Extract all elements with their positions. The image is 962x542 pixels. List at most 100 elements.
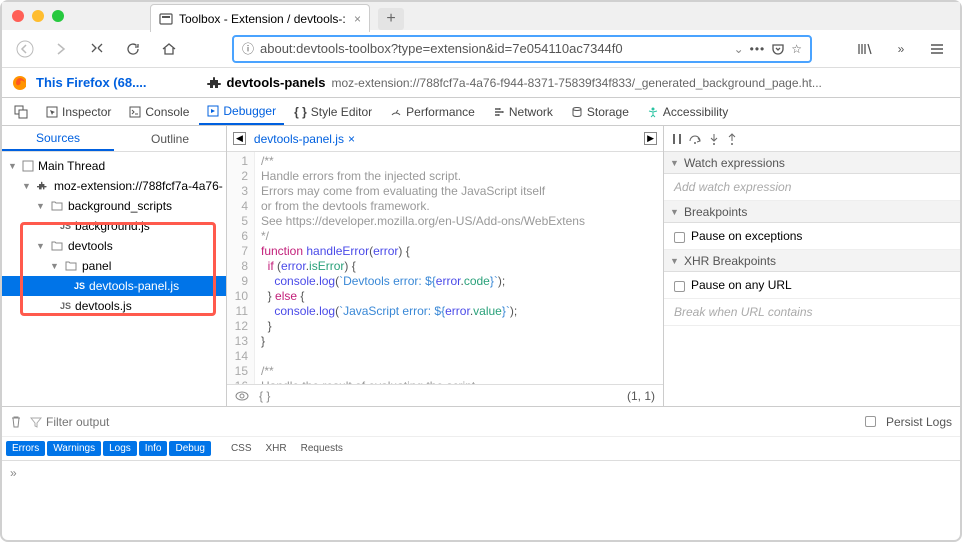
filter-icon — [30, 416, 42, 428]
trash-icon[interactable] — [10, 415, 22, 429]
tab-outline[interactable]: Outline — [114, 126, 226, 151]
tool-inspector[interactable]: Inspector — [38, 99, 119, 125]
window-titlebar: Toolbox - Extension / devtools-: × + — [2, 2, 960, 30]
tool-console[interactable]: Console — [121, 99, 197, 125]
tab-sources[interactable]: Sources — [2, 126, 114, 151]
folder-icon — [50, 199, 64, 213]
checkbox-icon[interactable] — [674, 281, 685, 292]
watch-placeholder[interactable]: Add watch expression — [674, 180, 791, 194]
tree-extension-root[interactable]: ▼moz-extension://788fcf7a-4a76- — [2, 176, 226, 196]
breakpoints-section-header[interactable]: ▼Breakpoints — [664, 201, 960, 223]
tool-performance[interactable]: Performance — [382, 99, 483, 125]
tool-accessibility[interactable]: Accessibility — [639, 99, 736, 125]
extension-name: devtools-panels — [227, 75, 326, 90]
url-bar[interactable]: ⓘ about:devtools-toolbox?type=extension&… — [232, 35, 812, 63]
watch-icon[interactable] — [235, 391, 249, 401]
pill-css[interactable]: CSS — [225, 441, 258, 456]
console-filter-bar: Persist Logs — [2, 406, 960, 436]
persist-logs[interactable]: Persist Logs — [865, 415, 952, 429]
pill-errors[interactable]: Errors — [6, 441, 45, 456]
code-content: /** Handle errors from the injected scri… — [255, 152, 663, 384]
pause-on-any-url[interactable]: Pause on any URL — [664, 272, 960, 299]
url-text: about:devtools-toolbox?type=extension&id… — [260, 41, 728, 56]
library-icon[interactable] — [852, 36, 878, 62]
step-over-button[interactable] — [688, 133, 702, 145]
extension-icon — [207, 76, 221, 90]
tree-devtools-js[interactable]: JSdevtools.js — [2, 296, 226, 316]
back-button[interactable] — [12, 36, 38, 62]
toggle-right-pane-icon[interactable]: ▶ — [644, 132, 657, 145]
extension-icon — [36, 179, 50, 193]
browser-tab-title: Toolbox - Extension / devtools-: — [179, 12, 348, 26]
tool-storage[interactable]: Storage — [563, 99, 637, 125]
pill-xhr[interactable]: XHR — [260, 441, 293, 456]
dev-button[interactable] — [84, 36, 110, 62]
firefox-icon — [12, 76, 26, 90]
code-editor[interactable]: 123456789101112131415161718 /** Handle e… — [227, 152, 663, 384]
folder-icon — [50, 239, 64, 253]
tree-devtools-folder[interactable]: ▼devtools — [2, 236, 226, 256]
chevron-down-icon[interactable]: ⌄ — [734, 42, 744, 56]
tool-network[interactable]: Network — [485, 99, 561, 125]
reload-button[interactable] — [120, 36, 146, 62]
sources-pane: Sources Outline ▼Main Thread ▼moz-extens… — [2, 126, 227, 406]
forward-button[interactable] — [48, 36, 74, 62]
xhr-breakpoints-header[interactable]: ▼XHR Breakpoints — [664, 250, 960, 272]
step-in-button[interactable] — [708, 133, 720, 145]
tool-style-editor[interactable]: { }Style Editor — [286, 99, 380, 125]
pill-warnings[interactable]: Warnings — [47, 441, 101, 456]
line-gutter: 123456789101112131415161718 — [227, 152, 255, 384]
prettify-icon[interactable]: { } — [259, 389, 270, 403]
debug-controls — [664, 126, 960, 152]
pause-on-exceptions[interactable]: Pause on exceptions — [664, 223, 960, 250]
pill-info[interactable]: Info — [139, 441, 168, 456]
minimize-window-button[interactable] — [32, 10, 44, 22]
iframe-picker-icon[interactable] — [6, 99, 36, 125]
close-tab-icon[interactable]: × — [354, 12, 361, 26]
nav-toolbar: ⓘ about:devtools-toolbox?type=extension&… — [2, 30, 960, 68]
pill-debug[interactable]: Debug — [169, 441, 210, 456]
devtools-toolbar: Inspector Console Debugger { }Style Edit… — [2, 98, 960, 126]
close-editor-tab-icon[interactable]: × — [348, 132, 355, 146]
home-button[interactable] — [156, 36, 182, 62]
menu-icon[interactable] — [924, 36, 950, 62]
checkbox-icon[interactable] — [865, 416, 876, 427]
target-bar: This Firefox (68.... devtools-panels moz… — [2, 68, 960, 98]
cursor-position: (1, 1) — [627, 389, 655, 403]
tree-devtools-panel-js[interactable]: JSdevtools-panel.js — [2, 276, 226, 296]
editor-tab[interactable]: devtools-panel.js× — [254, 132, 355, 146]
tree-bg-js[interactable]: JSbackground.js — [2, 216, 226, 236]
toolbox-icon — [159, 12, 173, 26]
close-window-button[interactable] — [12, 10, 24, 22]
step-out-button[interactable] — [726, 133, 738, 145]
filter-input[interactable] — [46, 415, 857, 429]
sources-tree: ▼Main Thread ▼moz-extension://788fcf7a-4… — [2, 152, 226, 406]
tool-debugger[interactable]: Debugger — [199, 99, 284, 125]
checkbox-icon[interactable] — [674, 232, 685, 243]
tree-main-thread[interactable]: ▼Main Thread — [2, 156, 226, 176]
maximize-window-button[interactable] — [52, 10, 64, 22]
pill-logs[interactable]: Logs — [103, 441, 137, 456]
new-tab-button[interactable]: + — [378, 8, 404, 30]
this-firefox-label[interactable]: This Firefox (68.... — [36, 75, 147, 90]
folder-icon — [64, 259, 78, 273]
toggle-left-pane-icon[interactable]: ◀ — [233, 132, 246, 145]
console-input-line[interactable]: » — [2, 460, 960, 484]
tree-bg-scripts-folder[interactable]: ▼background_scripts — [2, 196, 226, 216]
tree-panel-folder[interactable]: ▼panel — [2, 256, 226, 276]
pocket-icon[interactable] — [771, 42, 785, 56]
editor-pane: ◀ devtools-panel.js× ▶ 12345678910111213… — [227, 126, 664, 406]
debugger-right-pane: ▼Watch expressions Add watch expression … — [664, 126, 960, 406]
overflow-icon[interactable]: » — [888, 36, 914, 62]
extension-url: moz-extension://788fcf7a-4a76-f944-8371-… — [332, 76, 822, 90]
debugger-main: Sources Outline ▼Main Thread ▼moz-extens… — [2, 126, 960, 406]
browser-tab[interactable]: Toolbox - Extension / devtools-: × — [150, 4, 370, 32]
xhr-url-placeholder[interactable]: Break when URL contains — [674, 305, 813, 319]
pill-requests[interactable]: Requests — [295, 441, 349, 456]
watch-section-header[interactable]: ▼Watch expressions — [664, 152, 960, 174]
console-filter-pills: Errors Warnings Logs Info Debug CSS XHR … — [2, 436, 960, 460]
bookmark-star-icon[interactable]: ☆ — [791, 42, 802, 56]
info-icon[interactable]: ⓘ — [242, 40, 254, 57]
page-actions-icon[interactable]: ••• — [750, 42, 766, 56]
pause-button[interactable] — [672, 133, 682, 145]
